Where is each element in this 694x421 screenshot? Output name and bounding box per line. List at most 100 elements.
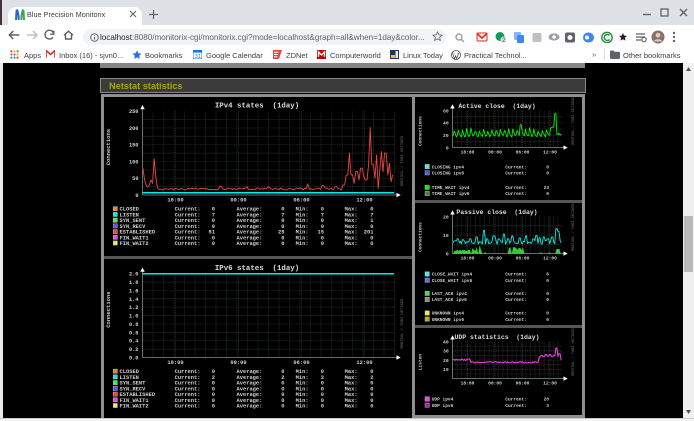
svg-text:Current:: Current: — [505, 317, 527, 323]
svg-text:6: 6 — [546, 272, 549, 278]
svg-text:12:00: 12:00 — [543, 255, 557, 261]
svg-text:0: 0 — [546, 291, 549, 297]
svg-text:Current:: Current: — [505, 403, 527, 409]
svg-text:12:00: 12:00 — [356, 198, 372, 204]
svg-text:250: 250 — [129, 109, 139, 115]
svg-text:Current:: Current: — [505, 311, 527, 317]
svg-text:CLOSING ipv4: CLOSING ipv4 — [432, 164, 465, 170]
svg-text:TIME_WAIT ipv6: TIME_WAIT ipv6 — [432, 191, 470, 197]
svg-text:06:00: 06:00 — [516, 255, 530, 261]
svg-text:UDP ipv6: UDP ipv6 — [432, 403, 454, 409]
svg-text:30: 30 — [443, 349, 449, 355]
svg-text:CLOSE_WAIT ipv6: CLOSE_WAIT ipv6 — [432, 278, 473, 284]
svg-text:Min:: Min: — [296, 404, 309, 410]
svg-text:Current:: Current: — [505, 291, 527, 297]
svg-text:0: 0 — [546, 278, 549, 284]
svg-text:12:00: 12:00 — [543, 380, 557, 386]
svg-text:23: 23 — [544, 185, 550, 191]
svg-text:RRDTOOL / TOBI OETIKER: RRDTOOL / TOBI OETIKER — [400, 298, 405, 349]
svg-text:RRDTOOL / TOBI OETIKER: RRDTOOL / TOBI OETIKER — [571, 327, 576, 375]
svg-text:40: 40 — [443, 121, 449, 127]
svg-text:50: 50 — [132, 176, 138, 182]
svg-text:0: 0 — [212, 241, 215, 247]
svg-text:UNKNOWN ipv6: UNKNOWN ipv6 — [432, 317, 465, 323]
svg-text:Current:: Current: — [505, 171, 527, 177]
svg-text:100: 100 — [129, 159, 139, 165]
svg-text:RRDTOOL / TOBI OETIKER: RRDTOOL / TOBI OETIKER — [400, 135, 405, 186]
svg-text:00:00: 00:00 — [488, 149, 502, 155]
svg-text:0: 0 — [446, 145, 449, 151]
svg-text:Min:: Min: — [296, 241, 309, 247]
svg-text:Connections: Connections — [418, 116, 424, 146]
svg-text:18:00: 18:00 — [167, 360, 183, 366]
svg-text:3: 3 — [546, 403, 549, 409]
svg-text:Connections: Connections — [105, 291, 112, 327]
svg-text:00:00: 00:00 — [488, 380, 502, 386]
svg-text:Average:: Average: — [237, 404, 263, 410]
svg-text:60: 60 — [443, 108, 449, 114]
svg-text:Current:: Current: — [505, 297, 527, 303]
svg-text:0.4: 0.4 — [129, 339, 139, 345]
svg-text:1.2: 1.2 — [129, 305, 139, 311]
svg-text:LAST_ACK ipv4: LAST_ACK ipv4 — [432, 291, 467, 297]
svg-text:0: 0 — [135, 193, 138, 199]
svg-text:Max:: Max: — [345, 404, 358, 410]
svg-text:18:00: 18:00 — [461, 149, 475, 155]
svg-text:1.0: 1.0 — [129, 314, 139, 320]
svg-text:Connections: Connections — [105, 129, 112, 165]
svg-text:06:00: 06:00 — [516, 380, 530, 386]
svg-text:40: 40 — [443, 339, 449, 345]
svg-text:UDP ipv4: UDP ipv4 — [432, 397, 454, 403]
svg-text:Connections: Connections — [418, 222, 424, 252]
svg-text:0.6: 0.6 — [129, 330, 139, 336]
svg-text:0: 0 — [546, 317, 549, 323]
svg-text:Current:: Current: — [505, 272, 527, 278]
svg-text:06:00: 06:00 — [516, 149, 530, 155]
svg-text:Current:: Current: — [505, 278, 527, 284]
svg-text:0: 0 — [321, 241, 324, 247]
svg-text:TIME_WAIT ipv4: TIME_WAIT ipv4 — [432, 185, 470, 191]
svg-text:0: 0 — [546, 164, 549, 170]
svg-text:150: 150 — [129, 143, 139, 149]
svg-text:20: 20 — [544, 397, 550, 403]
svg-text:12:00: 12:00 — [356, 360, 372, 366]
svg-text:FIN_WAIT2: FIN_WAIT2 — [120, 404, 149, 410]
svg-text:LAST_ACK ipv6: LAST_ACK ipv6 — [432, 297, 467, 303]
svg-text:2.0: 2.0 — [129, 272, 139, 278]
svg-text:0: 0 — [546, 171, 549, 177]
svg-text:Current:: Current: — [505, 397, 527, 403]
svg-text:10: 10 — [443, 367, 449, 373]
svg-text:0: 0 — [212, 404, 215, 410]
svg-text:00:00: 00:00 — [230, 360, 246, 366]
svg-text:UNKNOWN ipv4: UNKNOWN ipv4 — [432, 311, 465, 317]
svg-text:0.0: 0.0 — [129, 356, 139, 362]
svg-text:0: 0 — [546, 297, 549, 303]
svg-text:0: 0 — [370, 241, 373, 247]
svg-text:1.8: 1.8 — [129, 280, 139, 286]
svg-text:Max:: Max: — [345, 241, 358, 247]
svg-text:00:00: 00:00 — [488, 255, 502, 261]
svg-text:20: 20 — [443, 214, 449, 220]
svg-text:CLOSE_WAIT ipv4: CLOSE_WAIT ipv4 — [432, 272, 473, 278]
svg-text:Current:: Current: — [175, 241, 201, 247]
svg-text:Passive close (1day): Passive close (1day) — [456, 209, 537, 216]
svg-text:UDP statistics (1day): UDP statistics (1day) — [455, 334, 540, 341]
svg-text:Active close (1day): Active close (1day) — [458, 103, 535, 110]
svg-text:RRDTOOL / TOBI OETIKER: RRDTOOL / TOBI OETIKER — [571, 96, 576, 144]
svg-text:Current:: Current: — [505, 185, 527, 191]
svg-text:FIN_WAIT2: FIN_WAIT2 — [120, 241, 149, 247]
svg-text:Average:: Average: — [237, 241, 263, 247]
svg-text:0: 0 — [546, 311, 549, 317]
svg-text:18:00: 18:00 — [461, 255, 475, 261]
svg-text:18:00: 18:00 — [167, 198, 183, 204]
svg-text:12:00: 12:00 — [543, 149, 557, 155]
svg-text:Current:: Current: — [175, 404, 201, 410]
svg-text:IPv6 states (1day): IPv6 states (1day) — [215, 265, 299, 273]
svg-text:0: 0 — [281, 404, 284, 410]
svg-text:20: 20 — [443, 133, 449, 139]
svg-text:CLOSING ipv6: CLOSING ipv6 — [432, 171, 465, 177]
svg-text:RRDTOOL / TOBI OETIKER: RRDTOOL / TOBI OETIKER — [571, 202, 576, 250]
svg-text:1.4: 1.4 — [129, 297, 139, 303]
svg-text:0: 0 — [446, 251, 449, 257]
svg-text:Listen: Listen — [418, 354, 424, 371]
